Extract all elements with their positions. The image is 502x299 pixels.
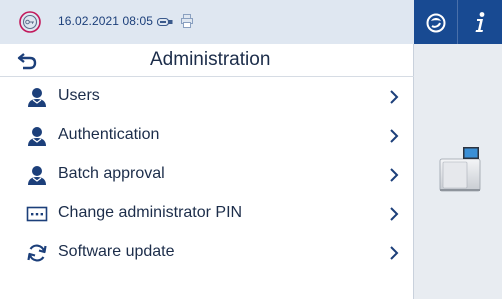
back-arrow-icon[interactable] xyxy=(16,51,40,71)
info-icon xyxy=(475,12,485,32)
user-icon xyxy=(28,166,46,185)
menu-item-users[interactable]: Users xyxy=(0,77,414,116)
status-bar: 16.02.2021 08:05 xyxy=(0,0,414,44)
status-datetime: 16.02.2021 08:05 xyxy=(58,14,154,28)
user-icon xyxy=(28,88,46,107)
autoclave-icon xyxy=(439,147,481,192)
steam-mode-button[interactable] xyxy=(414,0,458,44)
menu-item-label: Change administrator PIN xyxy=(58,204,243,221)
menu-item-label: Software update xyxy=(58,243,175,260)
menu-item-label: Batch approval xyxy=(58,165,165,182)
user-icon xyxy=(28,127,46,146)
title-bar: Administration xyxy=(0,44,414,77)
menu-item-software-update[interactable]: Software update xyxy=(0,233,414,272)
chevron-right-icon xyxy=(390,207,399,221)
page-title: Administration xyxy=(150,49,271,70)
usb-icon xyxy=(157,17,173,27)
menu-list: Users Authentication Batch approval Chan… xyxy=(0,77,414,272)
refresh-icon xyxy=(27,244,47,262)
info-button[interactable] xyxy=(458,0,502,44)
menu-item-change-pin[interactable]: Change administrator PIN xyxy=(0,194,414,233)
menu-item-authentication[interactable]: Authentication xyxy=(0,116,414,155)
menu-item-batch-approval[interactable]: Batch approval xyxy=(0,155,414,194)
chevron-right-icon xyxy=(390,129,399,143)
printer-icon xyxy=(181,14,193,28)
chevron-right-icon xyxy=(390,90,399,104)
menu-item-label: Users xyxy=(58,87,100,104)
screen: 16.02.2021 08:05 Administration Users Au… xyxy=(0,0,502,299)
chevron-right-icon xyxy=(390,168,399,182)
key-icon[interactable] xyxy=(19,11,41,33)
menu-item-label: Authentication xyxy=(58,126,160,143)
steam-mode-icon xyxy=(426,13,445,33)
chevron-right-icon xyxy=(390,246,399,260)
pin-icon xyxy=(26,206,48,222)
